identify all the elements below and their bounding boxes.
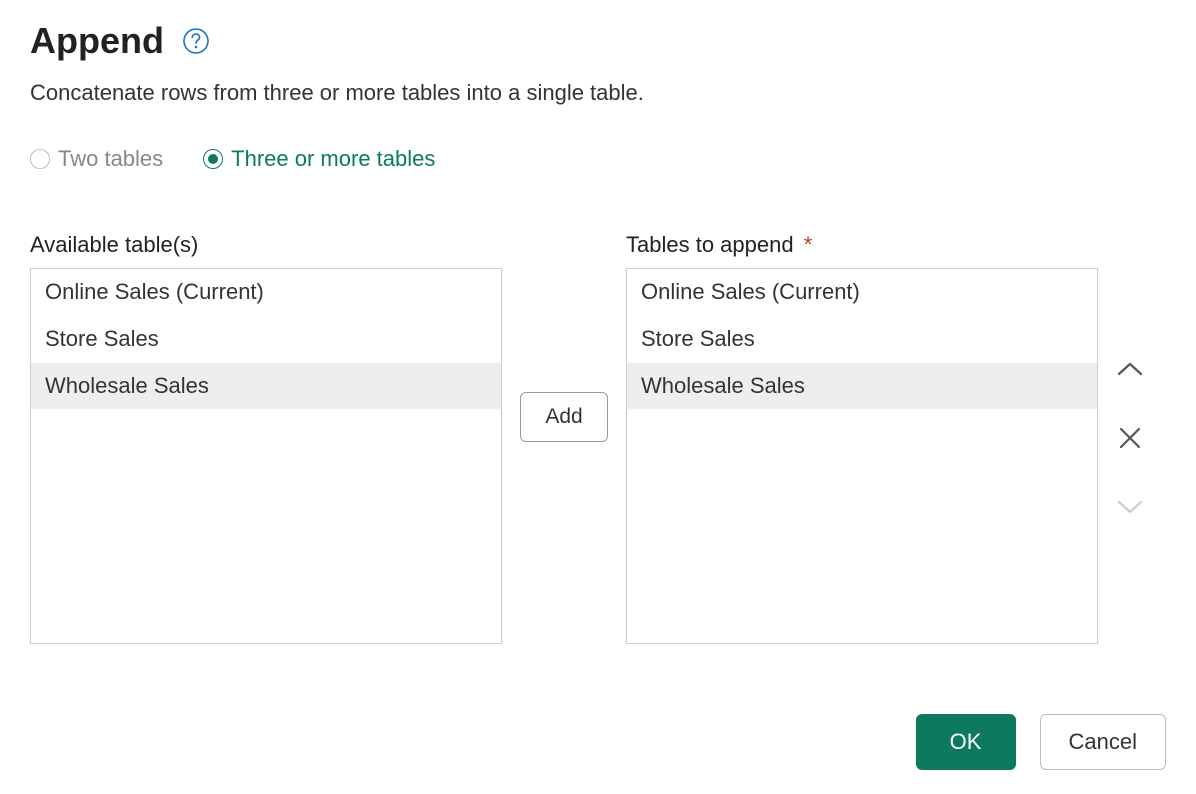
radio-circle-icon xyxy=(30,149,50,169)
to-append-label: Tables to append * xyxy=(626,232,1098,258)
append-dialog: Append Concatenate rows from three or mo… xyxy=(0,0,1196,794)
move-up-button[interactable] xyxy=(1112,352,1148,388)
list-item[interactable]: Store Sales xyxy=(627,316,1097,363)
list-item[interactable]: Wholesale Sales xyxy=(627,363,1097,410)
available-column: Available table(s) Online Sales (Current… xyxy=(30,232,502,644)
radio-circle-icon xyxy=(203,149,223,169)
help-icon[interactable] xyxy=(182,27,210,55)
ok-button[interactable]: OK xyxy=(916,714,1016,770)
dialog-header: Append xyxy=(30,20,1166,62)
to-append-listbox[interactable]: Online Sales (Current)Store SalesWholesa… xyxy=(626,268,1098,644)
reorder-column xyxy=(1098,232,1162,524)
required-asterisk: * xyxy=(804,232,813,257)
remove-button[interactable] xyxy=(1112,420,1148,456)
add-button[interactable]: Add xyxy=(520,392,607,442)
radio-two-tables-label: Two tables xyxy=(58,146,163,172)
radio-three-or-more[interactable]: Three or more tables xyxy=(203,146,435,172)
list-item[interactable]: Wholesale Sales xyxy=(31,363,501,410)
move-down-button[interactable] xyxy=(1112,488,1148,524)
dialog-title: Append xyxy=(30,20,164,62)
middle-column: Add xyxy=(502,232,626,442)
dialog-subtitle: Concatenate rows from three or more tabl… xyxy=(30,80,1166,106)
radio-dot-icon xyxy=(208,154,218,164)
radio-two-tables[interactable]: Two tables xyxy=(30,146,163,172)
list-item[interactable]: Online Sales (Current) xyxy=(31,269,501,316)
list-item[interactable]: Online Sales (Current) xyxy=(627,269,1097,316)
cancel-button[interactable]: Cancel xyxy=(1040,714,1166,770)
available-listbox[interactable]: Online Sales (Current)Store SalesWholesa… xyxy=(30,268,502,644)
lists-row: Available table(s) Online Sales (Current… xyxy=(30,232,1166,644)
list-item[interactable]: Store Sales xyxy=(31,316,501,363)
dialog-footer: OK Cancel xyxy=(916,714,1166,770)
to-append-label-text: Tables to append xyxy=(626,232,794,257)
radio-three-or-more-label: Three or more tables xyxy=(231,146,435,172)
available-label: Available table(s) xyxy=(30,232,502,258)
to-append-column: Tables to append * Online Sales (Current… xyxy=(626,232,1098,644)
mode-radio-group: Two tables Three or more tables xyxy=(30,146,1166,172)
